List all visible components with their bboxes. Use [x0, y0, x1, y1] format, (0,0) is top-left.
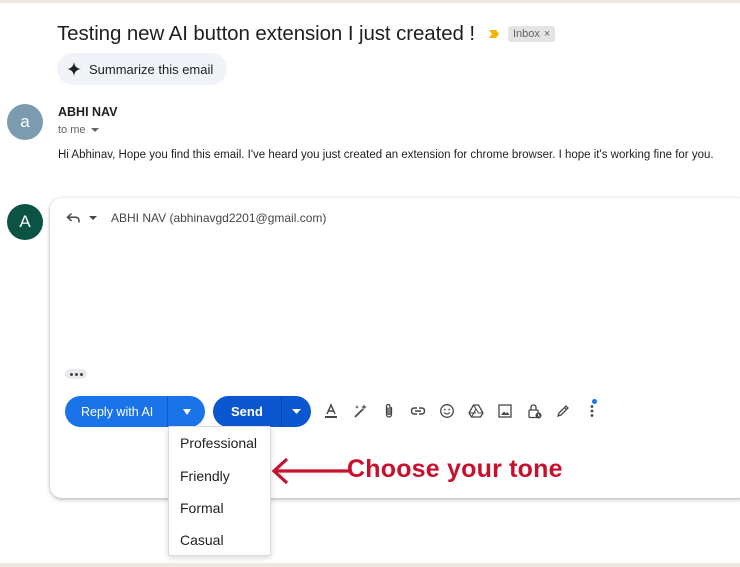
to-me-label: to me — [58, 124, 86, 136]
remove-label-icon[interactable]: × — [544, 28, 550, 40]
email-body: Hi Abhinav, Hope you find this email. I'… — [58, 149, 714, 161]
ai-write-icon[interactable] — [345, 400, 374, 422]
caret-down-icon — [90, 128, 99, 132]
subject-row: Testing new AI button extension I just c… — [57, 20, 556, 48]
reply-compose-card — [50, 198, 740, 498]
dot — [69, 372, 73, 376]
reply-recipient[interactable]: ABHI NAV (abhinavgd2201@gmail.com) — [111, 211, 326, 225]
bottom-border — [0, 563, 740, 567]
top-border — [0, 0, 740, 3]
send-button-group: Send — [213, 396, 311, 427]
sparkle-icon — [67, 62, 81, 76]
user-avatar[interactable]: A — [7, 204, 43, 240]
signature-pen-icon[interactable] — [548, 400, 577, 422]
annotation-label: Choose your tone — [347, 455, 563, 483]
recipient-details-toggle[interactable]: to me — [58, 124, 99, 136]
reply-icon[interactable] — [66, 212, 81, 224]
tone-dropdown-toggle[interactable] — [167, 396, 206, 427]
send-options-button[interactable] — [280, 396, 311, 427]
tone-option-friendly[interactable]: Friendly — [180, 468, 230, 484]
tone-option-professional[interactable]: Professional — [180, 435, 257, 451]
annotation-arrow-icon — [271, 457, 350, 485]
dot — [74, 372, 78, 376]
confidential-lock-icon[interactable] — [519, 400, 548, 422]
drive-icon[interactable] — [461, 400, 490, 422]
summarize-email-button[interactable]: Summarize this email — [57, 53, 228, 85]
inbox-label-chip[interactable]: Inbox × — [507, 26, 556, 42]
compose-toolbar — [316, 400, 606, 422]
tone-option-formal[interactable]: Formal — [180, 500, 224, 516]
format-text-icon[interactable] — [316, 400, 345, 422]
sender-name: ABHI NAV — [58, 105, 118, 119]
caret-down-icon — [291, 408, 301, 414]
more-options-icon[interactable] — [577, 400, 606, 422]
dot — [79, 372, 83, 376]
importance-marker-icon[interactable] — [487, 27, 501, 41]
send-button[interactable]: Send — [213, 396, 281, 427]
tone-menu: Professional Friendly Formal Casual — [168, 426, 271, 556]
show-trimmed-content-button[interactable] — [65, 369, 87, 379]
inbox-label-text: Inbox — [512, 28, 540, 40]
photo-icon[interactable] — [490, 400, 519, 422]
sender-avatar[interactable]: a — [7, 104, 43, 140]
reply-type-caret-icon[interactable] — [89, 214, 97, 222]
link-icon[interactable] — [403, 400, 432, 422]
reply-with-ai-group: Reply with AI — [65, 396, 206, 427]
reply-with-ai-button[interactable]: Reply with AI — [65, 396, 168, 427]
caret-down-icon — [182, 408, 191, 415]
email-subject: Testing new AI button extension I just c… — [57, 22, 475, 45]
notification-dot — [592, 399, 597, 404]
summarize-label: Summarize this email — [89, 61, 214, 77]
reply-header: ABHI NAV (abhinavgd2201@gmail.com) — [66, 211, 326, 225]
attach-icon[interactable] — [374, 400, 403, 422]
tone-option-casual[interactable]: Casual — [180, 532, 224, 548]
emoji-icon[interactable] — [432, 400, 461, 422]
